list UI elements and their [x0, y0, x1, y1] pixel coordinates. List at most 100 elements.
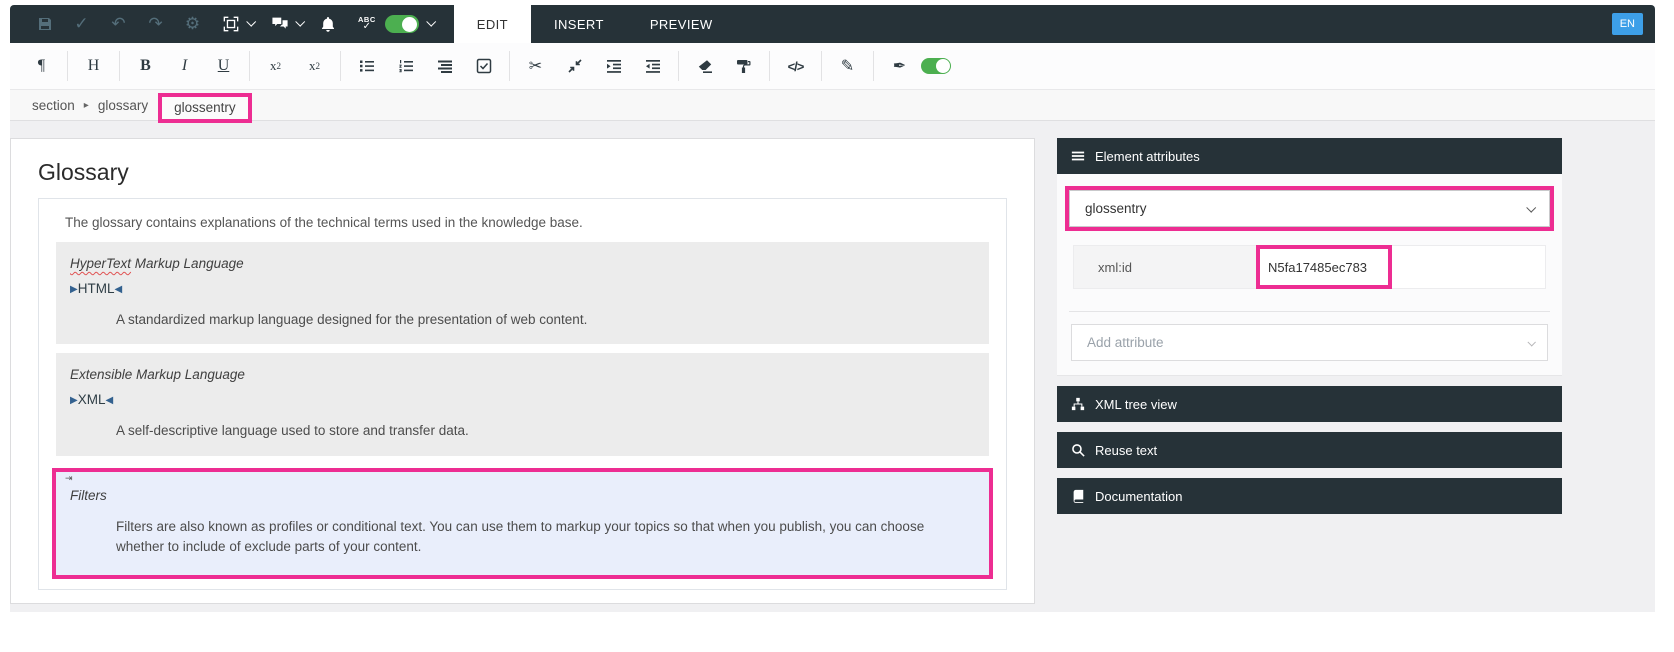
quill-icon[interactable]: ✒	[880, 48, 919, 84]
settings-gear-icon[interactable]: ⚙	[174, 5, 211, 43]
page-title: Glossary	[38, 159, 129, 185]
superscript-button[interactable]: x2	[256, 48, 295, 84]
spellcheck-toggle[interactable]	[384, 15, 419, 33]
underline-button[interactable]: U	[204, 48, 243, 84]
chevron-down-icon	[1527, 337, 1536, 347]
paint-roller-button[interactable]	[724, 48, 763, 84]
spellcheck-control[interactable]: ABC ✓	[352, 5, 440, 43]
formatting-toolbar: ¶ H B I U x2 x2 ✂ </> ✎ ✒	[10, 43, 1655, 90]
glossary-container[interactable]: The glossary contains explanations of th…	[38, 198, 1007, 590]
notifications-bell-icon[interactable]	[309, 5, 346, 43]
indent-button[interactable]	[594, 48, 633, 84]
merge-compress-button[interactable]	[555, 48, 594, 84]
documentation-header[interactable]: Documentation	[1057, 478, 1562, 514]
track-changes-toggle[interactable]	[921, 58, 951, 74]
breadcrumb-item-glossentry-highlighted[interactable]: glossentry	[158, 93, 252, 123]
main-area: Glossary The glossary contains explanati…	[10, 121, 1655, 612]
outdent-button[interactable]	[633, 48, 672, 84]
bold-button[interactable]: B	[126, 48, 165, 84]
editor-canvas: Glossary The glossary contains explanati…	[10, 138, 1035, 604]
panel-title: Element attributes	[1095, 148, 1200, 164]
divider	[1069, 311, 1550, 312]
xml-tree-view-header[interactable]: XML tree view	[1057, 386, 1562, 422]
code-view-button[interactable]: </>	[776, 48, 815, 84]
xmlid-value-input[interactable]	[1266, 258, 1382, 276]
search-icon	[1071, 443, 1085, 457]
bullet-list-button[interactable]	[347, 48, 386, 84]
inline-end-marker: ◀	[105, 395, 114, 407]
separator	[67, 51, 68, 81]
chevron-down-icon	[295, 16, 306, 27]
paragraph-button[interactable]: ¶	[22, 48, 61, 84]
tab-insert[interactable]: INSERT	[531, 5, 627, 43]
acronym-line: ▶XML◀	[70, 392, 114, 408]
attribute-name-label: xml:id	[1074, 246, 1256, 288]
top-toolbar: ✓ ↶ ↷ ⚙ ABC ✓ EDIT INSERT PREVIEW EN	[10, 5, 1655, 43]
glossdef: A self-descriptive language used to stor…	[116, 423, 469, 439]
glossterm: Filters	[70, 487, 107, 503]
comments-dropdown[interactable]	[266, 5, 309, 43]
inline-end-marker: ◀	[114, 284, 123, 295]
panel-title: Reuse text	[1095, 442, 1158, 458]
breadcrumb-separator: ▸	[83, 99, 89, 111]
toggle-knob	[401, 16, 417, 32]
edit-pencil-button[interactable]: ✎	[828, 48, 867, 84]
heading-button[interactable]: H	[74, 48, 113, 84]
attribute-value-zone	[1256, 245, 1545, 289]
numbered-list-button[interactable]	[386, 48, 425, 84]
eraser-button[interactable]	[685, 48, 724, 84]
breadcrumb-item-glossary[interactable]: glossary	[98, 98, 148, 113]
glossary-intro[interactable]: The glossary contains explanations of th…	[65, 215, 990, 230]
redo-icon[interactable]: ↷	[137, 5, 174, 43]
right-sidebar: Element attributes glossentry xml:id N5f…	[1057, 138, 1562, 514]
glossdef: Filters are also known as profiles or co…	[116, 518, 925, 554]
panel-title: Documentation	[1095, 488, 1183, 504]
comments-icon	[272, 16, 288, 32]
glossterm: Extensible Markup Language	[70, 367, 245, 383]
glossentry-xml[interactable]: Extensible Markup Language ▶XML◀ A self-…	[56, 353, 989, 456]
undo-icon[interactable]: ↶	[100, 5, 137, 43]
breadcrumb: section ▸ glossary glossentry	[10, 90, 1655, 123]
attributes-list-icon	[1071, 149, 1085, 163]
inline-start-marker: ▶	[70, 395, 78, 407]
glossentry-html[interactable]: HyperText Markup Language ▶HTML◀ A stand…	[56, 242, 989, 345]
add-attribute-input[interactable]	[1085, 334, 1528, 351]
check-list-button[interactable]	[464, 48, 503, 84]
frame-select-dropdown[interactable]	[217, 5, 260, 43]
separator	[678, 51, 679, 81]
subscript-button[interactable]: x2	[295, 48, 334, 84]
attribute-row-xmlid: xml:id	[1073, 245, 1546, 289]
definition-list-button[interactable]	[425, 48, 464, 84]
book-icon	[1071, 489, 1085, 503]
cut-scissors-button[interactable]: ✂	[516, 48, 555, 84]
reuse-text-header[interactable]: Reuse text	[1057, 432, 1562, 468]
frame-select-icon	[223, 16, 239, 32]
attribute-value-highlight	[1256, 245, 1392, 289]
chevron-down-icon	[246, 16, 257, 27]
breadcrumb-item-section[interactable]: section	[32, 98, 75, 113]
separator	[119, 51, 120, 81]
tab-edit[interactable]: EDIT	[453, 5, 531, 43]
italic-button[interactable]: I	[165, 48, 204, 84]
tree-icon	[1071, 397, 1085, 411]
glossentry-profiling[interactable]: Profiling glosssee	[56, 589, 989, 590]
separator	[769, 51, 770, 81]
glossentry-filters-selected[interactable]: ⇥ Filters Filters are also known as prof…	[52, 467, 993, 579]
chevron-down-icon	[1526, 202, 1537, 213]
element-select[interactable]: glossentry	[1069, 190, 1550, 227]
acronym-line: ▶HTML◀	[70, 281, 123, 296]
glossterm: HyperText Markup Language	[70, 256, 244, 271]
element-attributes-body: glossentry xml:id	[1057, 174, 1562, 376]
separator	[821, 51, 822, 81]
separator	[873, 51, 874, 81]
language-badge[interactable]: EN	[1611, 13, 1643, 35]
tab-preview[interactable]: PREVIEW	[627, 5, 736, 43]
save-icon[interactable]	[26, 5, 63, 43]
element-attributes-header[interactable]: Element attributes	[1057, 138, 1562, 174]
inline-start-marker: ▶	[70, 284, 78, 295]
glossdef: A standardized markup language designed …	[116, 312, 588, 327]
spellcheck-icon: ABC ✓	[358, 14, 376, 33]
approve-check-icon[interactable]: ✓	[63, 5, 100, 43]
add-attribute-field[interactable]	[1071, 324, 1548, 361]
text-cursor-marker: ⇥	[65, 472, 73, 483]
